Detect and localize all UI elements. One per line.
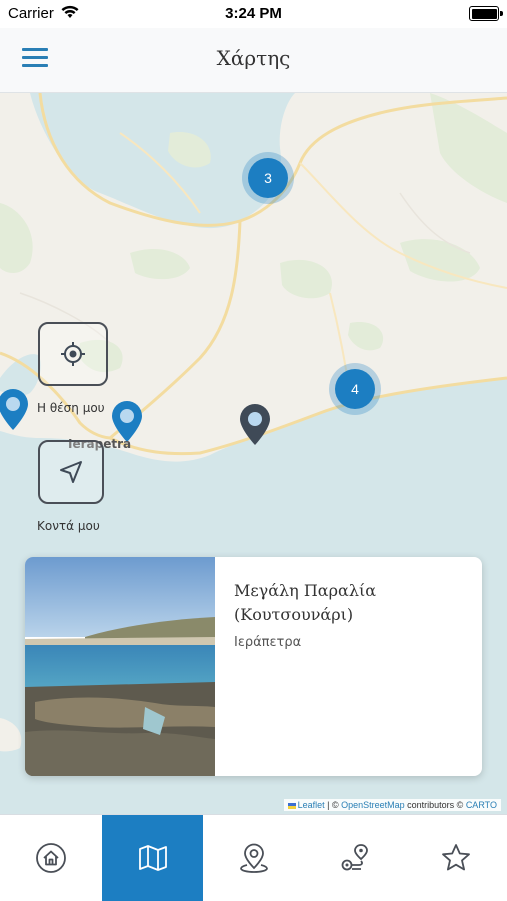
my-location-button[interactable] bbox=[38, 322, 108, 386]
ukraine-flag-icon bbox=[287, 802, 296, 809]
map-attribution: Leaflet | © OpenStreetMap contributors ©… bbox=[283, 799, 501, 811]
place-name: Μεγάλη Παραλία (Κουτσουνάρι) bbox=[234, 579, 469, 627]
app-header: Χάρτης bbox=[0, 28, 507, 93]
tab-home[interactable] bbox=[0, 815, 101, 901]
star-icon bbox=[441, 844, 470, 871]
location-pin-icon bbox=[239, 843, 268, 873]
tab-map[interactable] bbox=[102, 815, 203, 901]
attribution-contributors: contributors © bbox=[404, 800, 466, 810]
place-name-line1: Μεγάλη Παραλία bbox=[234, 581, 377, 600]
status-bar: Carrier 3:24 PM bbox=[0, 0, 507, 28]
clock: 3:24 PM bbox=[225, 5, 282, 22]
selected-location-pin-icon[interactable] bbox=[238, 403, 272, 447]
nearby-button[interactable] bbox=[38, 440, 104, 504]
attribution-separator: | © bbox=[324, 800, 342, 810]
my-location-label: Η θέση μου bbox=[37, 401, 105, 415]
place-location: Ιεράπετρα bbox=[234, 635, 302, 650]
tab-places[interactable] bbox=[203, 815, 304, 901]
navigation-arrow-icon bbox=[60, 461, 82, 483]
map-view[interactable]: 3 4 Ierapetra Η θέση μου Κοντά μου Μεγάλ… bbox=[0, 93, 507, 814]
map-icon bbox=[138, 845, 167, 871]
place-photo bbox=[25, 557, 215, 776]
battery-icon bbox=[469, 6, 503, 21]
place-name-line2: (Κουτσουνάρι) bbox=[234, 605, 354, 624]
tab-favorites[interactable] bbox=[405, 815, 506, 901]
map-cluster[interactable]: 3 bbox=[248, 158, 288, 198]
place-card[interactable]: Μεγάλη Παραλία (Κουτσουνάρι) Ιεράπετρα bbox=[25, 557, 482, 776]
osm-link[interactable]: OpenStreetMap bbox=[341, 800, 405, 810]
carto-link[interactable]: CARTO bbox=[466, 800, 497, 810]
tab-routes[interactable] bbox=[304, 815, 405, 901]
page-title: Χάρτης bbox=[216, 46, 291, 70]
route-icon bbox=[341, 844, 368, 871]
location-pin-icon[interactable] bbox=[0, 388, 30, 432]
map-cluster[interactable]: 4 bbox=[335, 369, 375, 409]
home-icon bbox=[35, 843, 66, 873]
crosshair-icon bbox=[61, 342, 85, 366]
nearby-label: Κοντά μου bbox=[37, 519, 100, 533]
bottom-tab-bar bbox=[0, 814, 507, 901]
leaflet-link[interactable]: Leaflet bbox=[298, 800, 325, 810]
